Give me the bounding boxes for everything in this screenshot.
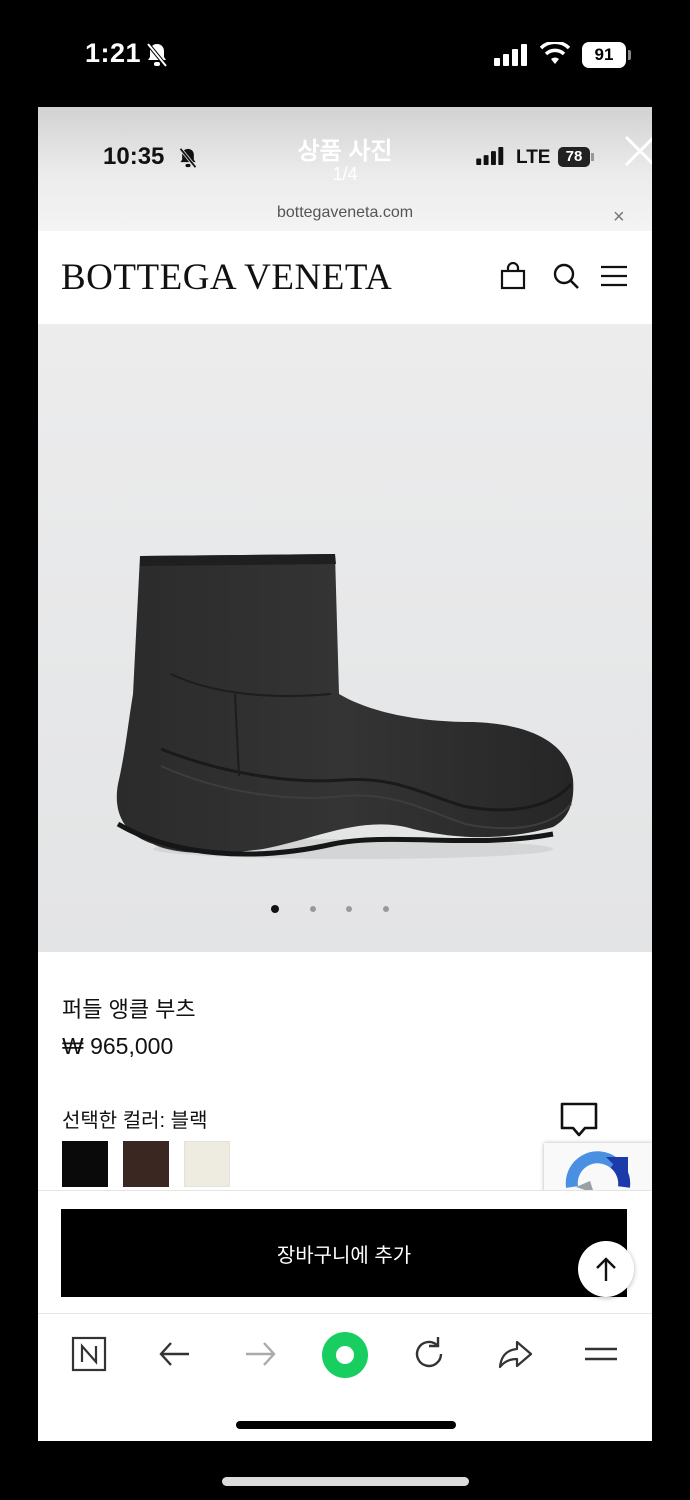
boot-image [116, 554, 574, 859]
network-type: LTE [516, 147, 551, 168]
brand-logo[interactable]: BOTTEGA VENETA [61, 256, 392, 299]
carousel-dot[interactable] [271, 905, 279, 913]
hamburger-menu-icon[interactable] [601, 264, 627, 293]
carousel-dot[interactable] [310, 906, 316, 912]
selected-color-label: 선택한 컬러: 블랙 [62, 1110, 208, 1132]
forward-arrow-icon[interactable] [238, 1332, 282, 1376]
search-icon[interactable] [552, 262, 580, 295]
photo-viewer-header: 10:35 상품 사진 1/4 LTE 78 bottegaveneta.com… [38, 107, 652, 231]
naver-home-icon[interactable] [67, 1332, 111, 1376]
menu-icon[interactable] [579, 1332, 623, 1376]
product-name: 퍼들 앵클 부츠 [62, 997, 196, 1022]
carousel-dots [268, 903, 428, 915]
color-swatch-cream[interactable] [184, 1141, 230, 1187]
arrow-up-icon [596, 1257, 616, 1281]
color-swatch-black[interactable] [62, 1141, 108, 1187]
outer-time: 1:21 [85, 38, 142, 68]
bell-muted-icon [145, 42, 169, 73]
outer-status-bar: 1:21 91 [0, 0, 690, 107]
home-indicator [236, 1421, 456, 1429]
battery-tip [591, 153, 594, 161]
carousel-dot[interactable] [383, 906, 389, 912]
product-price: ₩ 965,000 [62, 1033, 174, 1059]
signal-icon [494, 44, 530, 71]
recaptcha-badge[interactable] [544, 1143, 652, 1193]
back-arrow-icon[interactable] [153, 1332, 197, 1376]
refresh-icon[interactable] [407, 1332, 451, 1376]
image-counter: 1/4 [332, 164, 358, 184]
chat-bubble-icon[interactable] [559, 1100, 599, 1145]
shopping-bag-icon[interactable] [499, 261, 527, 295]
cta-area: 장바구니에 추가 [38, 1190, 652, 1311]
battery-indicator: 91 [582, 42, 626, 68]
carousel-dot[interactable] [346, 906, 352, 912]
home-indicator [222, 1477, 469, 1486]
wifi-icon [539, 40, 571, 71]
browser-toolbar [38, 1313, 652, 1394]
color-swatch-brown[interactable] [123, 1141, 169, 1187]
url-close-button[interactable]: × [613, 206, 625, 229]
share-icon[interactable] [493, 1332, 537, 1376]
signal-icon [475, 147, 507, 170]
add-to-cart-button[interactable]: 장바구니에 추가 [61, 1209, 627, 1297]
close-icon[interactable] [622, 133, 652, 169]
url-bar: bottegaveneta.com × [38, 202, 652, 232]
battery-indicator: 78 [558, 147, 590, 167]
scroll-to-top-button[interactable] [578, 1241, 634, 1297]
url-text: bottegaveneta.com [276, 204, 414, 221]
site-header: BOTTEGA VENETA [38, 232, 652, 324]
green-dot-icon[interactable] [322, 1332, 368, 1378]
screenshot-frame: 10:35 상품 사진 1/4 LTE 78 bottegaveneta.com… [38, 107, 652, 1441]
battery-tip [628, 50, 631, 60]
product-image-carousel[interactable] [38, 324, 652, 952]
